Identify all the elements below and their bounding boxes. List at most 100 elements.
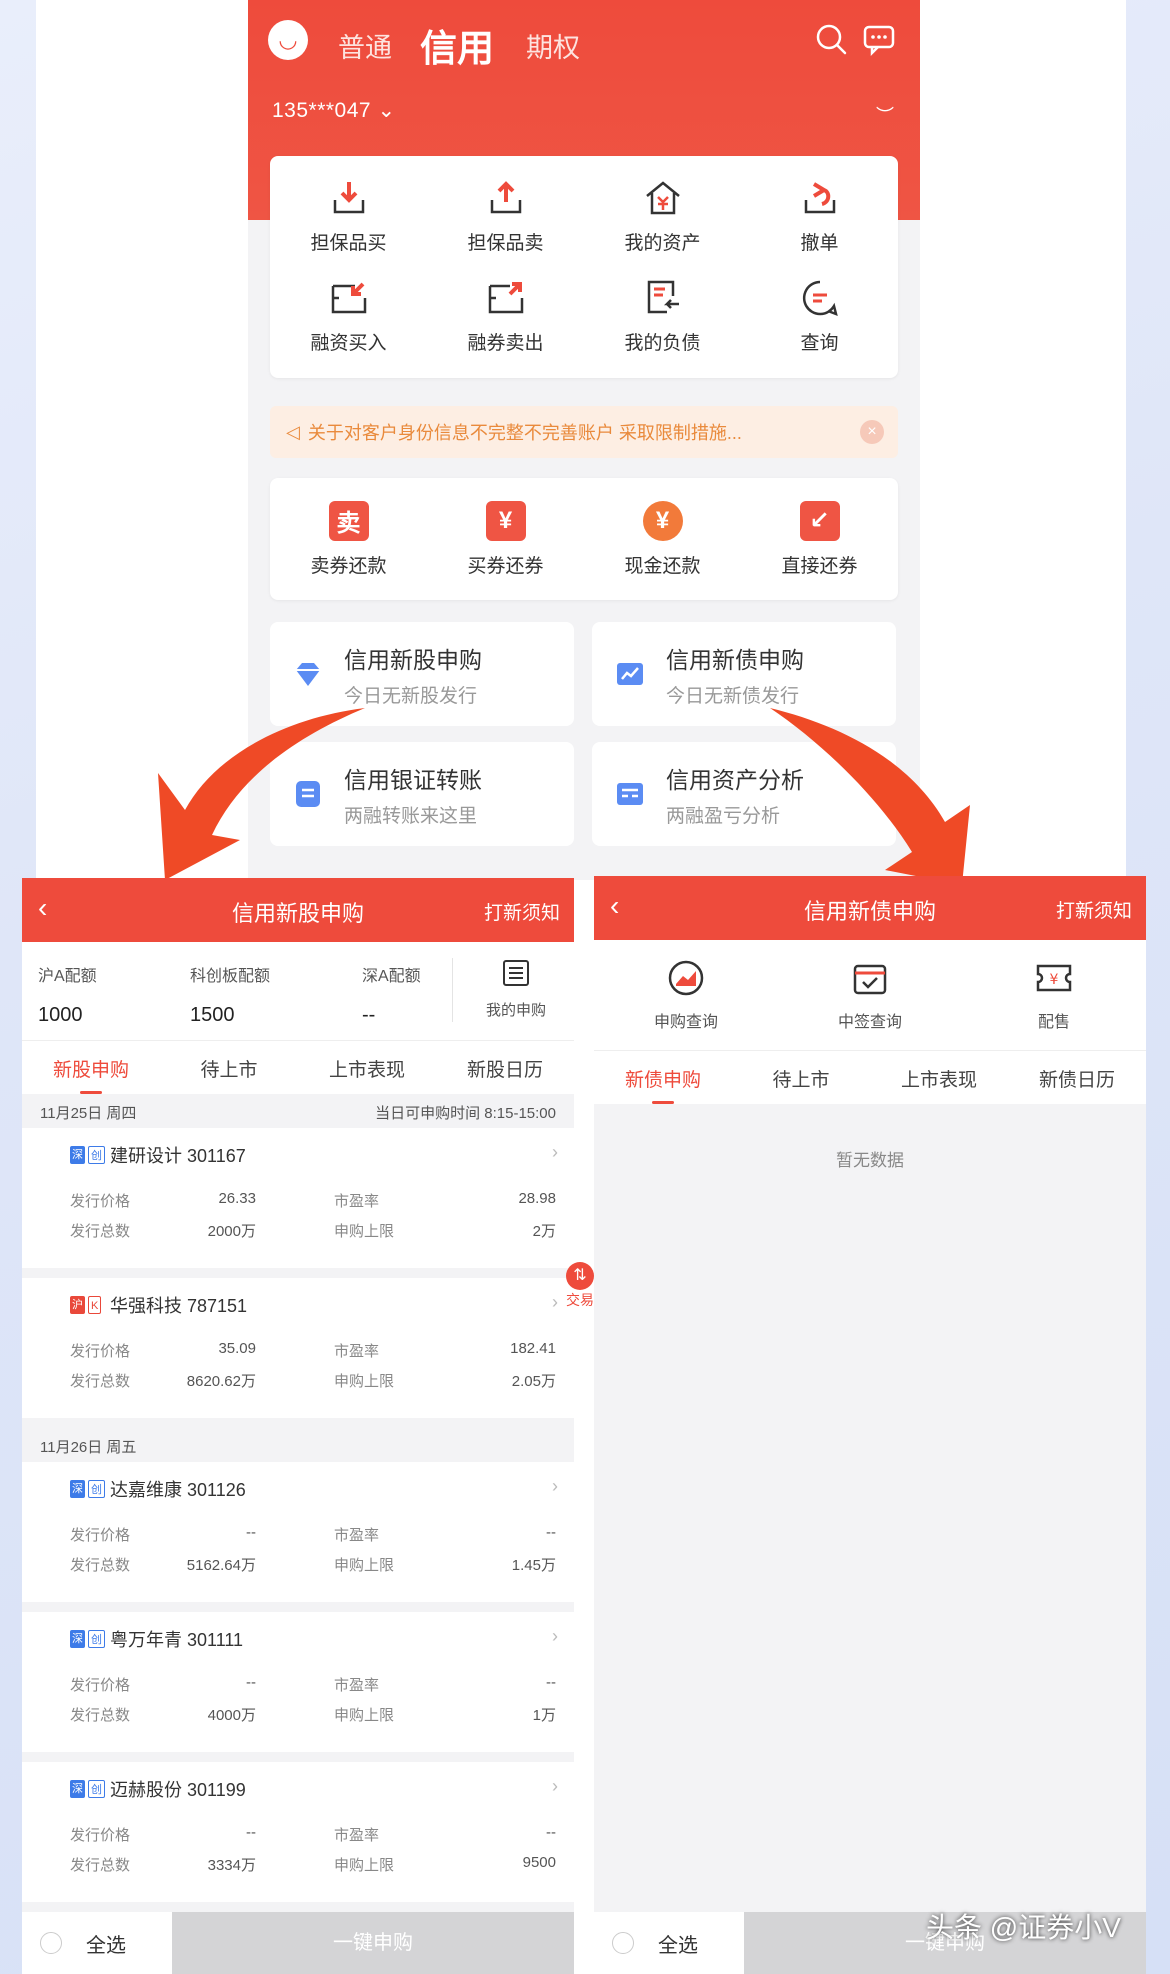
- select-all-toggle[interactable]: 全选: [22, 1912, 172, 1974]
- buy-to-return-button[interactable]: ¥ 买券还券: [427, 478, 584, 600]
- radio-circle-icon: [612, 1932, 634, 1954]
- short-sell-button[interactable]: 融券卖出: [427, 266, 584, 366]
- issue-price: --: [246, 1524, 256, 1541]
- chevron-right-icon: ›: [552, 1626, 558, 1646]
- hide-eye-icon[interactable]: ︶: [876, 102, 894, 128]
- subscription-limit: 9500: [522, 1854, 556, 1871]
- ipo-row[interactable]: 深创迈赫股份 301199 › 发行价格 -- 市盈率 -- 发行总数 3334万 申购上限 95…: [22, 1762, 574, 1902]
- pe-ratio: 182.41: [510, 1340, 556, 1357]
- list-doc-icon: [503, 960, 529, 986]
- collateral-sell-button[interactable]: 担保品卖: [427, 166, 584, 266]
- ipo-tabs: 新股申购 待上市 上市表现 新股日历: [22, 1040, 574, 1094]
- price-label: 发行价格: [70, 1827, 131, 1844]
- my-liabilities-button[interactable]: 我的负债: [584, 266, 741, 366]
- tab-credit[interactable]: 信用: [420, 18, 494, 72]
- tab-pending-listing[interactable]: 待上市: [160, 1041, 298, 1094]
- tab-options[interactable]: 期权: [526, 26, 580, 65]
- stock-name: 建研设计 301167: [110, 1146, 246, 1166]
- ipo-row[interactable]: 深创达嘉维康 301126 › 发行价格 -- 市盈率 -- 发行总数 5162.64万 申购上…: [22, 1462, 574, 1602]
- pe-ratio: --: [546, 1674, 556, 1691]
- board-badge: 创: [88, 1480, 105, 1498]
- trade-float-button[interactable]: ⇅ 交易: [566, 1262, 594, 1332]
- kc-quota-value: 1500: [190, 1004, 235, 1026]
- function-label: 撤单: [800, 232, 839, 254]
- credit-home-screen: ◡ 普通 信用 期权 135***047 ⌄ ︶ 担保品买 担保品卖 我的资产 …: [248, 0, 920, 880]
- bank-transfer-tile[interactable]: 信用银证转账 两融转账来这里: [270, 742, 574, 846]
- cancel-order-button[interactable]: 撤单: [741, 166, 898, 266]
- date-label: 11月26日 周五: [40, 1439, 137, 1456]
- function-grid: 担保品买 担保品卖 我的资产 撤单 融资买入 融券卖出 我的负债 查询: [270, 156, 898, 378]
- notice-banner[interactable]: ◁ 关于对客户身份信息不完整不完善账户 采取限制措施... ×: [270, 406, 898, 458]
- tab-new-bond[interactable]: 新债申购: [594, 1051, 732, 1104]
- bond-notice-link[interactable]: 打新须知: [1056, 896, 1132, 923]
- limit-label: 申购上限: [334, 1707, 395, 1724]
- ipo-row[interactable]: 深创建研设计 301167 › 发行价格 26.33 市盈率 28.98 发行总数 2000万…: [22, 1128, 574, 1268]
- tab-new-ipo[interactable]: 新股申购: [22, 1041, 160, 1094]
- dashboard-icon: [614, 778, 646, 810]
- price-label: 发行价格: [70, 1677, 131, 1694]
- message-icon[interactable]: [862, 22, 896, 56]
- ipo-list: 深创建研设计 301167 › 发行价格 26.33 市盈率 28.98 发行总数 2000万…: [22, 1128, 574, 1418]
- one-click-subscribe-button[interactable]: 一键申购: [172, 1912, 574, 1974]
- sz-quota-value: --: [362, 1004, 376, 1026]
- subscription-query-button[interactable]: 申购查询: [594, 940, 778, 1050]
- pe-ratio: 28.98: [518, 1190, 556, 1207]
- function-label: 我的资产: [624, 232, 701, 254]
- ipo-notice-link[interactable]: 打新须知: [484, 898, 560, 925]
- return-arrow-icon: ↙: [799, 500, 840, 541]
- sell-badge-icon: 卖: [328, 500, 369, 541]
- total-label: 发行总数: [70, 1707, 131, 1724]
- pe-ratio: --: [546, 1524, 556, 1541]
- limit-label: 申购上限: [334, 1857, 395, 1874]
- tab-pending-listing[interactable]: 待上市: [732, 1051, 870, 1104]
- price-label: 发行价格: [70, 1193, 131, 1210]
- allotment-query-button[interactable]: 中签查询: [778, 940, 962, 1050]
- issue-price: --: [246, 1824, 256, 1841]
- tile-title: 信用新股申购: [344, 646, 482, 673]
- repay-grid: 卖 卖券还款 ¥ 买券还券 ¥ 现金还款 ↙ 直接还券: [270, 478, 898, 600]
- credit-ipo-tile[interactable]: 信用新股申购 今日无新股发行: [270, 622, 574, 726]
- tile-subtitle: 今日无新债发行: [666, 685, 800, 707]
- speaker-icon: ◁: [286, 421, 300, 442]
- nav-bar: ‹ 信用新股申购 打新须知: [22, 878, 574, 942]
- ipo-row[interactable]: 沪 K 华强科技 787151 › 发行价格 35.09 市盈率 182.41 发行总数 8620…: [22, 1278, 574, 1418]
- market-badge: 深: [70, 1630, 85, 1648]
- close-icon[interactable]: ×: [860, 420, 884, 444]
- board-badge: K: [88, 1296, 102, 1314]
- account-selector[interactable]: 135***047 ⌄: [272, 98, 396, 123]
- tab-bond-calendar[interactable]: 新债日历: [1008, 1051, 1146, 1104]
- trend-chart-icon: [614, 658, 646, 690]
- select-all-toggle[interactable]: 全选: [594, 1912, 744, 1974]
- sell-to-repay-button[interactable]: 卖 卖券还款: [270, 478, 427, 600]
- tab-ipo-calendar[interactable]: 新股日历: [436, 1041, 574, 1094]
- collateral-buy-button[interactable]: 担保品买: [270, 166, 427, 266]
- margin-buy-button[interactable]: 融资买入: [270, 266, 427, 366]
- placement-button[interactable]: ¥ 配售: [962, 940, 1146, 1050]
- limit-label: 申购上限: [334, 1557, 395, 1574]
- sh-quota-value: 1000: [38, 1004, 83, 1026]
- tile-title: 信用银证转账: [344, 766, 482, 793]
- cash-repay-button[interactable]: ¥ 现金还款: [584, 478, 741, 600]
- quick-actions: 申购查询 中签查询 ¥ 配售: [594, 940, 1146, 1050]
- query-button[interactable]: 查询: [741, 266, 898, 366]
- tab-normal[interactable]: 普通: [338, 26, 392, 65]
- yuan-ticket-icon: ¥: [485, 500, 526, 541]
- swap-icon: ⇅: [566, 1262, 594, 1290]
- quota-panel: 沪A配额 1000 科创板配额 1500 深A配额 -- 我的申购: [22, 942, 574, 1040]
- ipo-row[interactable]: 深创粤万年青 301111 › 发行价格 -- 市盈率 -- 发行总数 4000万 申购上限 1万: [22, 1612, 574, 1752]
- pe-label: 市盈率: [334, 1677, 380, 1694]
- my-assets-button[interactable]: 我的资产: [584, 166, 741, 266]
- tab-listing-performance[interactable]: 上市表现: [298, 1041, 436, 1094]
- market-badge: 沪: [70, 1296, 85, 1314]
- chevron-right-icon: ›: [552, 1142, 558, 1162]
- tab-listing-performance[interactable]: 上市表现: [870, 1051, 1008, 1104]
- repay-label: 卖券还款: [310, 555, 387, 577]
- credit-bond-tile[interactable]: 信用新债申购 今日无新债发行: [592, 622, 896, 726]
- function-label: 查询: [800, 332, 839, 354]
- radio-circle-icon: [40, 1932, 62, 1954]
- direct-return-button[interactable]: ↙ 直接还券: [741, 478, 898, 600]
- search-icon[interactable]: [814, 22, 848, 56]
- undo-tray-icon: [804, 181, 835, 213]
- my-subscriptions-button[interactable]: 我的申购: [466, 958, 566, 1020]
- asset-analysis-tile[interactable]: 信用资产分析 两融盈亏分析: [592, 742, 896, 846]
